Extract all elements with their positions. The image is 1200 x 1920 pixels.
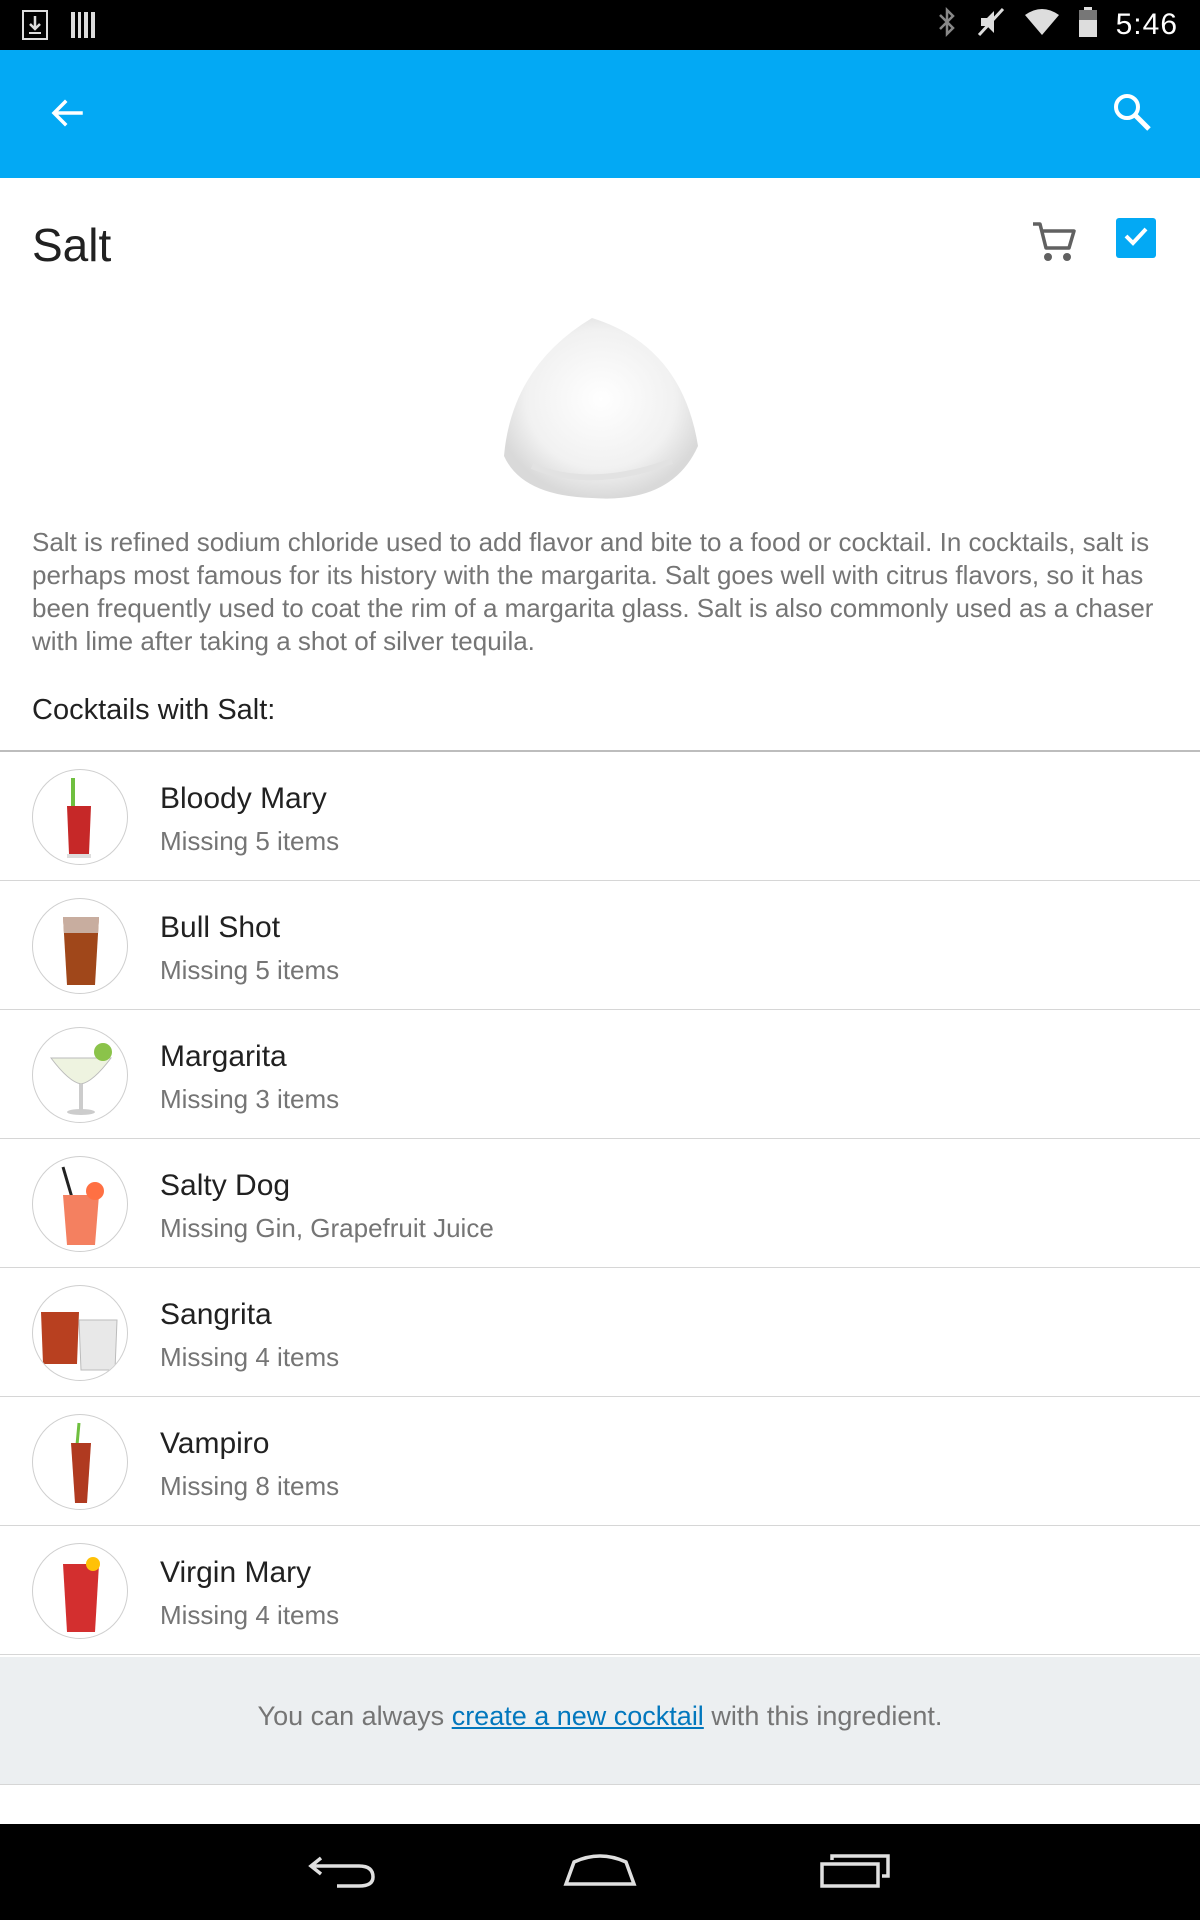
cocktail-name: Salty Dog	[160, 1169, 291, 1202]
navigation-bar	[0, 1824, 1200, 1920]
footer-prefix: You can always	[257, 1701, 452, 1731]
cocktail-thumbnail	[32, 1285, 128, 1381]
missing-items: Missing Gin, Grapefruit Juice	[160, 1213, 494, 1243]
shopping-cart-button[interactable]	[1026, 216, 1082, 272]
status-bar: 5:46	[0, 0, 1200, 50]
arrow-back-icon	[49, 95, 85, 136]
home-nav-icon	[562, 1850, 638, 1895]
missing-items: Missing 8 items	[160, 1471, 340, 1501]
search-button[interactable]	[1106, 88, 1158, 140]
cocktail-name: Vampiro	[160, 1427, 270, 1460]
nav-home-button[interactable]	[560, 1844, 640, 1900]
download-icon	[22, 10, 48, 45]
cocktail-thumbnail	[32, 898, 128, 994]
list-item[interactable]: Vampiro Missing 8 items	[0, 1397, 1200, 1526]
app-bar	[0, 50, 1200, 178]
list-item[interactable]: Virgin Mary Missing 4 items	[0, 1526, 1200, 1655]
battery-icon	[1078, 6, 1098, 43]
cocktail-thumbnail	[32, 1543, 128, 1639]
back-button[interactable]	[42, 90, 92, 140]
ingredient-image	[492, 306, 706, 506]
bluetooth-icon	[936, 6, 958, 43]
cocktail-name: Margarita	[160, 1040, 287, 1073]
missing-items: Missing 4 items	[160, 1600, 340, 1630]
create-cocktail-link[interactable]: create a new cocktail	[452, 1701, 704, 1731]
list-item[interactable]: Margarita Missing 3 items	[0, 1010, 1200, 1139]
footer-note: You can always create a new cocktail wit…	[0, 1657, 1200, 1785]
list-item[interactable]: Salty Dog Missing Gin, Grapefruit Juice	[0, 1139, 1200, 1268]
cocktail-name: Bloody Mary	[160, 782, 327, 815]
cocktail-thumbnail	[32, 1027, 128, 1123]
cocktail-name: Sangrita	[160, 1298, 272, 1331]
in-stock-checkbox[interactable]	[1116, 218, 1156, 258]
recents-nav-icon	[818, 1850, 894, 1895]
cocktail-name: Virgin Mary	[160, 1556, 312, 1589]
barcode-icon	[70, 10, 96, 45]
cart-icon	[1031, 220, 1077, 269]
status-time: 5:46	[1115, 7, 1178, 41]
list-item[interactable]: Bull Shot Missing 5 items	[0, 881, 1200, 1010]
wifi-icon	[1024, 7, 1060, 42]
cocktail-thumbnail	[32, 1414, 128, 1510]
nav-back-button[interactable]	[302, 1844, 382, 1900]
search-icon	[1112, 92, 1152, 137]
cocktail-list: Bloody Mary Missing 5 items Bull Shot Mi…	[0, 752, 1200, 1655]
footer-suffix: with this ingredient.	[703, 1701, 943, 1731]
back-nav-icon	[307, 1850, 377, 1895]
mute-icon	[976, 6, 1006, 43]
cocktail-thumbnail	[32, 1156, 128, 1252]
list-item[interactable]: Sangrita Missing 4 items	[0, 1268, 1200, 1397]
list-item[interactable]: Bloody Mary Missing 5 items	[0, 752, 1200, 881]
ingredient-description: Salt is refined sodium chloride used to …	[32, 527, 1154, 656]
missing-items: Missing 5 items	[160, 955, 340, 985]
missing-items: Missing 4 items	[160, 1342, 340, 1372]
page-title: Salt	[32, 219, 112, 271]
cocktail-name: Bull Shot	[160, 911, 281, 944]
ingredient-header: Salt	[0, 178, 1200, 308]
cocktail-thumbnail	[32, 769, 128, 865]
missing-items: Missing 3 items	[160, 1084, 340, 1114]
missing-items: Missing 5 items	[160, 826, 340, 856]
nav-recents-button[interactable]	[816, 1844, 896, 1900]
section-heading: Cocktails with Salt:	[32, 694, 276, 726]
checkbox-checked-icon	[1121, 221, 1151, 256]
